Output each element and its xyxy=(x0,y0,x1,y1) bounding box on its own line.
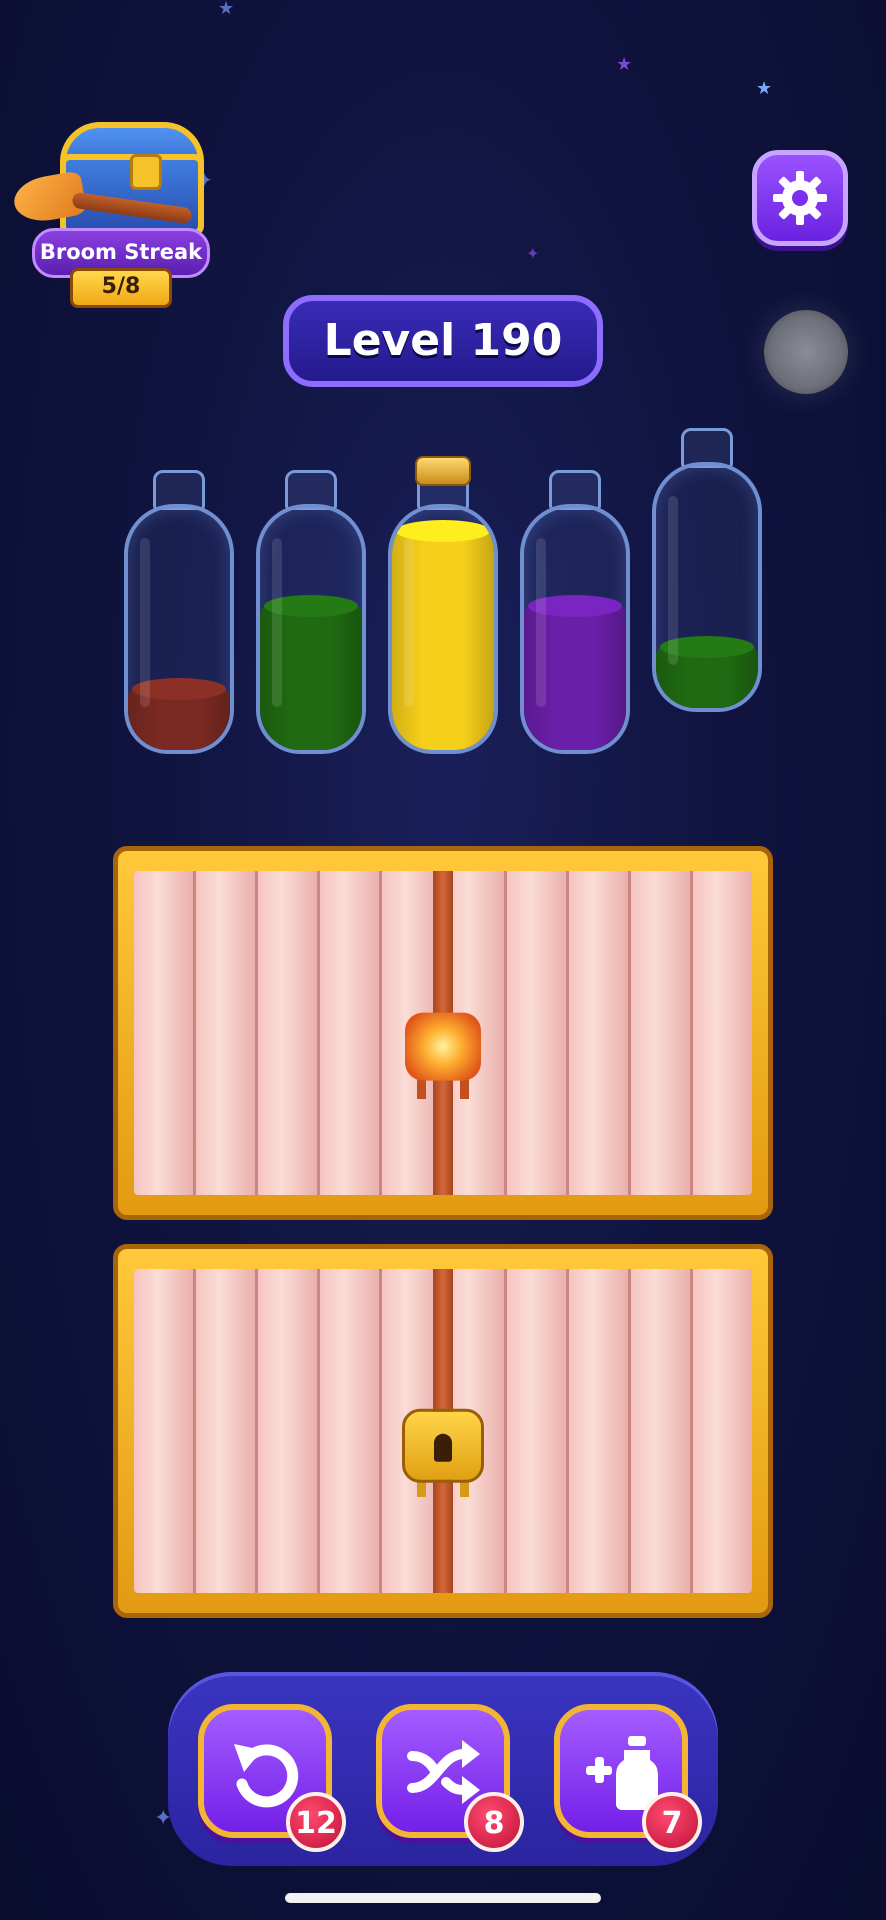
bottle-5[interactable] xyxy=(652,428,762,718)
shelf-panels xyxy=(134,871,752,1195)
bottle-4[interactable] xyxy=(520,470,630,760)
locked-shelf-2[interactable] xyxy=(113,1244,773,1618)
bottle-body xyxy=(388,504,498,754)
add-bottle-count-badge: 7 xyxy=(642,1792,702,1852)
bottle-shine xyxy=(272,538,282,708)
home-indicator xyxy=(285,1893,601,1903)
level-title: Level 190 xyxy=(283,295,603,387)
bottle-body xyxy=(652,462,762,712)
undo-button[interactable]: 12 xyxy=(198,1704,346,1852)
burning-lock-icon xyxy=(405,1012,481,1081)
shuffle-count-badge: 8 xyxy=(464,1792,524,1852)
locked-shelf-1[interactable] xyxy=(113,846,773,1220)
add-bottle-button[interactable]: 7 xyxy=(554,1704,702,1852)
gear-icon xyxy=(773,171,827,225)
bottle-3[interactable] xyxy=(388,456,498,760)
bottle-body xyxy=(256,504,366,754)
broom-streak-widget[interactable]: Broom Streak 5/8 xyxy=(10,118,212,308)
shelf-panels xyxy=(134,1269,752,1593)
star-decoration: ★ xyxy=(756,78,773,99)
cork-icon xyxy=(415,456,471,486)
add-bottle-icon xyxy=(586,1736,658,1810)
chest-lock-icon xyxy=(130,154,162,190)
bottle-body xyxy=(520,504,630,754)
star-decoration: ★ xyxy=(616,54,633,75)
bottle-body xyxy=(124,504,234,754)
bottle-shine xyxy=(536,538,546,708)
undo-count-badge: 12 xyxy=(286,1792,346,1852)
bottle-1[interactable] xyxy=(124,470,234,760)
streak-progress: 5/8 xyxy=(70,268,172,308)
padlock-icon xyxy=(402,1408,484,1483)
bottle-shine xyxy=(668,496,678,666)
powerup-bar: 12 8 7 xyxy=(168,1672,718,1866)
shuffle-icon xyxy=(407,1740,480,1804)
star-decoration: ✦ xyxy=(526,244,540,263)
shuffle-button[interactable]: 8 xyxy=(376,1704,524,1852)
bottle-shine xyxy=(404,538,414,708)
assistive-touch-button[interactable] xyxy=(764,310,848,394)
settings-button[interactable] xyxy=(752,150,848,246)
bottle-2[interactable] xyxy=(256,470,366,760)
undo-icon xyxy=(234,1744,299,1808)
bottle-shine xyxy=(140,538,150,708)
star-decoration: ★ xyxy=(218,0,235,19)
